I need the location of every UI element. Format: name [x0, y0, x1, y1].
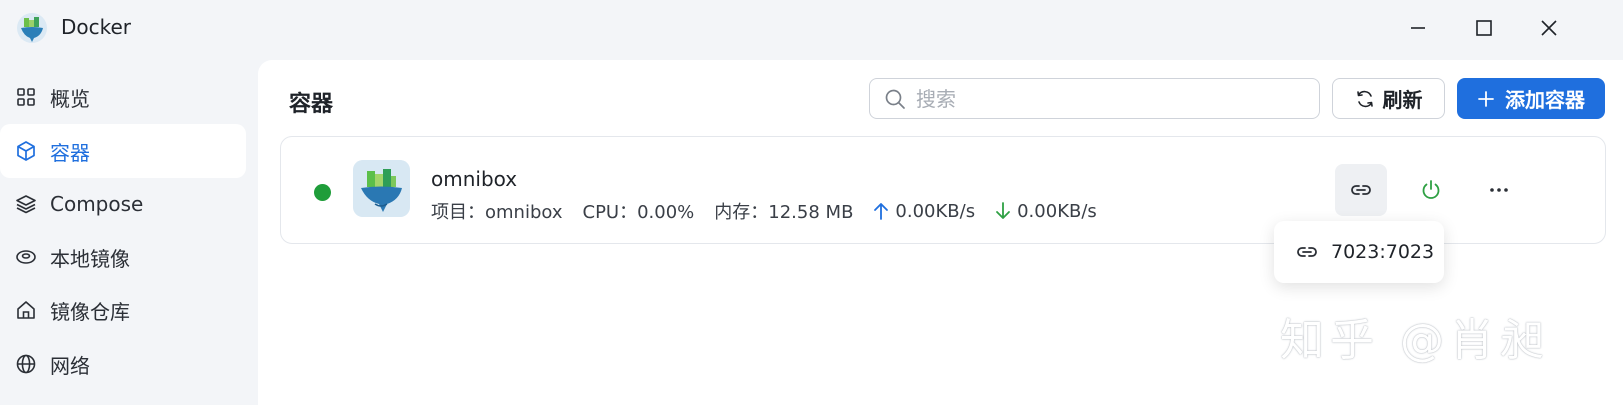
search-icon — [885, 89, 905, 109]
container-memory: 内存：12.58 MB — [714, 202, 854, 223]
sidebar-item-label: 网络 — [50, 353, 90, 378]
sidebar-item-label: 概览 — [50, 86, 90, 111]
sidebar-item-compose[interactable]: Compose — [0, 177, 246, 231]
sidebar-item-overview[interactable]: 概览 — [0, 70, 246, 124]
container-cpu: CPU：0.00% — [582, 202, 695, 223]
arrow-down-icon — [996, 202, 1011, 219]
search-box[interactable] — [869, 78, 1320, 119]
close-icon — [1541, 20, 1557, 36]
sidebar-item-registry[interactable]: 镜像仓库 — [0, 283, 246, 337]
sidebar-item-network[interactable]: 网络 — [0, 337, 246, 391]
refresh-icon — [1356, 90, 1373, 107]
arrow-up-icon — [874, 203, 889, 220]
port-mapping: 7023:7023 — [1331, 241, 1435, 263]
add-container-label: 添加容器 — [1505, 88, 1585, 112]
layers-icon — [14, 192, 38, 216]
sidebar-item-local-images[interactable]: 本地镜像 — [0, 230, 246, 284]
more-options-button[interactable] — [1473, 164, 1525, 216]
search-input[interactable] — [916, 86, 1296, 111]
sidebar-item-containers[interactable]: 容器 — [0, 124, 246, 178]
container-project: 项目：omnibox — [431, 202, 563, 223]
port-link-button[interactable] — [1335, 164, 1387, 216]
link-icon — [1351, 185, 1371, 195]
refresh-label: 刷新 — [1382, 88, 1423, 112]
refresh-button[interactable]: 刷新 — [1332, 78, 1445, 119]
maximize-button[interactable] — [1470, 14, 1498, 42]
container-upload: 0.00KB/s — [895, 200, 976, 222]
globe-icon — [14, 352, 38, 376]
sidebar-item-label: 镜像仓库 — [50, 299, 130, 324]
docker-logo-icon — [16, 12, 48, 44]
cube-icon — [14, 139, 38, 163]
link-icon — [1297, 247, 1317, 257]
container-name: omnibox — [431, 167, 518, 191]
container-download: 0.00KB/s — [1017, 200, 1097, 222]
more-icon — [1490, 188, 1508, 192]
grid-icon — [14, 85, 38, 109]
minimize-icon — [1411, 27, 1425, 29]
power-button[interactable] — [1405, 164, 1457, 216]
close-button[interactable] — [1535, 14, 1563, 42]
home-icon — [14, 298, 38, 322]
add-container-button[interactable]: 添加容器 — [1457, 78, 1605, 119]
omnibox-app-icon — [353, 160, 410, 217]
sidebar-item-label: Compose — [50, 192, 144, 216]
container-meta: 项目：omnibox CPU：0.00% 内存：12.58 MB 0.00KB/… — [431, 198, 1097, 224]
sidebar-item-label: 容器 — [50, 140, 90, 165]
minimize-button[interactable] — [1404, 14, 1432, 42]
page-title: 容器 — [289, 92, 334, 117]
disk-icon — [14, 245, 38, 269]
port-popover[interactable]: 7023:7023 — [1274, 221, 1444, 283]
app-title: Docker — [61, 15, 132, 39]
maximize-icon — [1476, 20, 1492, 36]
status-running-dot — [314, 184, 331, 201]
plus-icon — [1478, 90, 1494, 107]
power-icon — [1422, 180, 1440, 199]
watermark: 知乎 @肖昶 — [1280, 315, 1550, 366]
title-bar: Docker — [0, 0, 1623, 58]
sidebar-item-label: 本地镜像 — [50, 246, 130, 271]
